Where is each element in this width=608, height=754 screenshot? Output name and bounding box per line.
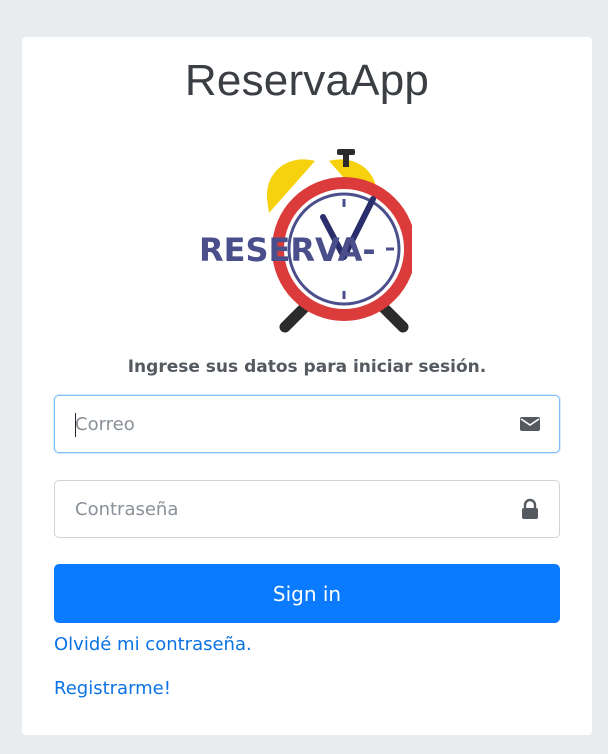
clock-stem xyxy=(343,153,349,167)
text-cursor xyxy=(75,413,76,437)
email-input-group xyxy=(54,395,560,453)
left-leg xyxy=(279,301,311,333)
register-link[interactable]: Registrarme! xyxy=(54,678,171,699)
app-title-light: App xyxy=(350,56,430,105)
signin-button[interactable]: Sign in xyxy=(54,564,560,623)
forgot-password-link[interactable]: Olvidé mi contraseña. xyxy=(54,634,252,655)
lock-icon xyxy=(519,498,541,520)
app-title-bold: Reserva xyxy=(184,56,351,105)
email-input[interactable] xyxy=(55,396,495,452)
password-input[interactable] xyxy=(55,481,495,537)
login-message: Ingrese sus datos para iniciar sesión. xyxy=(127,357,487,377)
envelope-icon xyxy=(519,413,541,435)
right-leg xyxy=(377,301,409,333)
alarm-clock-logo: RESERVA- xyxy=(199,149,412,333)
login-card: ReservaApp RESERVA- Ingrese sus datos pa… xyxy=(22,37,592,735)
app-title: ReservaApp xyxy=(22,55,592,107)
password-input-group xyxy=(54,480,560,538)
reserva-logo: RESERVA- xyxy=(197,139,412,334)
logo-text: RESERVA- xyxy=(199,231,376,269)
